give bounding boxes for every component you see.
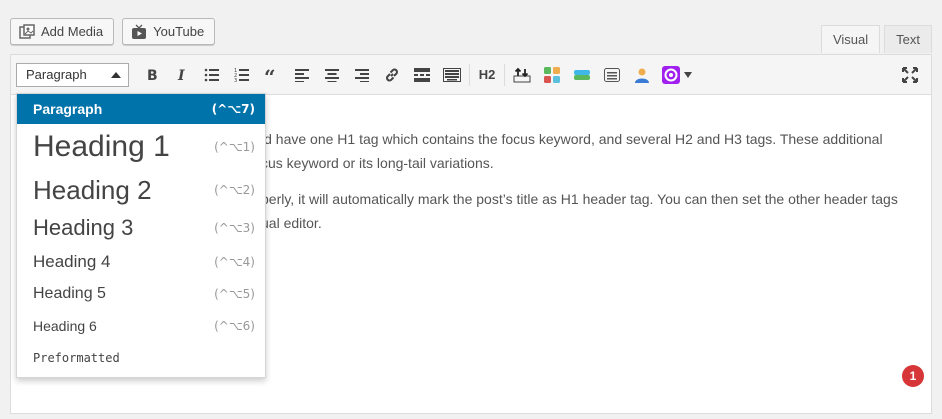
option-shortcut: (^⌥6) [214, 318, 255, 333]
keyboard-icon [443, 67, 461, 82]
color-grid-button[interactable] [537, 60, 567, 90]
option-label: Heading 5 [33, 285, 106, 302]
editor-tabs: Visual Text [820, 25, 932, 53]
option-label: Heading 3 [33, 215, 134, 240]
format-dropdown-menu: Paragraph (^⌥7) Heading 1 (^⌥1) Heading … [16, 93, 266, 378]
format-option-heading-4[interactable]: Heading 4 (^⌥4) [17, 246, 265, 278]
align-left-icon [295, 68, 309, 82]
format-select-value: Paragraph [26, 67, 87, 82]
option-label: Heading 2 [33, 174, 152, 205]
table-icon [604, 67, 620, 82]
option-shortcut: (^⌥7) [211, 102, 255, 116]
bulleted-list-icon [204, 68, 219, 81]
option-label: Preformatted [33, 351, 120, 365]
fullscreen-icon [902, 66, 918, 83]
add-media-label: Add Media [41, 24, 104, 39]
format-select[interactable]: Paragraph [16, 62, 129, 87]
link-icon [386, 68, 398, 81]
user-icon [635, 68, 649, 83]
svg-text:3: 3 [234, 78, 237, 82]
content-line: cus keyword or its long-tail variations. [261, 155, 494, 171]
h2-button[interactable]: H2 [472, 60, 502, 90]
align-center-icon [325, 68, 339, 82]
format-option-heading-1[interactable]: Heading 1 (^⌥1) [17, 124, 265, 170]
content-line: perly, it will automatically mark the po… [261, 191, 898, 207]
bold-icon: B [147, 68, 158, 82]
toolbar-toggle-button[interactable] [437, 60, 467, 90]
option-shortcut: (^⌥2) [214, 183, 255, 197]
numbered-list-button[interactable]: 123 [227, 60, 257, 90]
italic-button[interactable]: I [167, 60, 197, 90]
option-label: Heading 6 [33, 317, 97, 334]
editor-toolbar: Paragraph B I 123 “ H2 [11, 55, 931, 95]
toolbar-divider [469, 63, 470, 86]
svg-text:“: “ [264, 68, 276, 82]
option-shortcut: (^⌥4) [214, 255, 255, 269]
youtube-tv-icon [131, 24, 147, 40]
youtube-label: YouTube [153, 24, 205, 39]
blockquote-icon: “ [264, 68, 276, 82]
insert-link-button[interactable] [377, 60, 407, 90]
option-shortcut: (^⌥1) [214, 140, 255, 154]
italic-icon: I [177, 68, 185, 82]
align-left-button[interactable] [287, 60, 317, 90]
upload-download-button[interactable] [507, 60, 537, 90]
format-option-heading-5[interactable]: Heading 5 (^⌥5) [17, 278, 265, 310]
format-option-heading-3[interactable]: Heading 3 (^⌥3) [17, 210, 265, 246]
format-option-preformatted[interactable]: Preformatted [17, 341, 265, 375]
media-icon [19, 23, 35, 40]
option-label: Heading 4 [33, 252, 111, 271]
notification-badge[interactable]: 1 [902, 365, 924, 387]
content-line: ual editor. [261, 215, 322, 231]
option-label: Paragraph [33, 101, 103, 117]
option-shortcut: (^⌥5) [214, 287, 255, 301]
fullscreen-button[interactable] [895, 60, 925, 90]
caret-up-icon [111, 71, 121, 78]
h2-label: H2 [478, 67, 496, 82]
bulleted-list-button[interactable] [197, 60, 227, 90]
format-option-heading-2[interactable]: Heading 2 (^⌥2) [17, 170, 265, 210]
stacked-bars-button[interactable] [567, 60, 597, 90]
align-right-icon [355, 68, 369, 82]
align-right-button[interactable] [347, 60, 377, 90]
svg-text:B: B [147, 68, 158, 82]
option-shortcut: (^⌥3) [214, 221, 255, 235]
color-grid-icon [544, 66, 560, 83]
user-profile-button[interactable] [627, 60, 657, 90]
format-option-heading-6[interactable]: Heading 6 (^⌥6) [17, 310, 265, 341]
tab-visual[interactable]: Visual [820, 25, 881, 53]
upload-download-icon [513, 67, 531, 82]
numbered-list-icon: 123 [234, 68, 249, 82]
tab-text[interactable]: Text [884, 25, 932, 53]
format-option-paragraph[interactable]: Paragraph (^⌥7) [17, 94, 265, 124]
stacked-bars-icon [574, 69, 590, 80]
media-buttons: Add Media YouTube [10, 18, 216, 45]
chevron-down-icon [684, 71, 692, 78]
add-media-button[interactable]: Add Media [10, 18, 115, 45]
option-label: Heading 1 [33, 130, 170, 163]
svg-text:I: I [177, 68, 185, 82]
content-line: ld have one H1 tag which contains the fo… [261, 131, 883, 147]
bold-button[interactable]: B [137, 60, 167, 90]
blockquote-button[interactable]: “ [257, 60, 287, 90]
table-button[interactable] [597, 60, 627, 90]
align-center-button[interactable] [317, 60, 347, 90]
plugin-icon [662, 65, 680, 84]
youtube-button[interactable]: YouTube [122, 18, 216, 45]
read-more-button[interactable] [407, 60, 437, 90]
plugin-menu-button[interactable] [657, 60, 697, 90]
read-more-icon [414, 67, 430, 82]
toolbar-divider [504, 63, 505, 86]
